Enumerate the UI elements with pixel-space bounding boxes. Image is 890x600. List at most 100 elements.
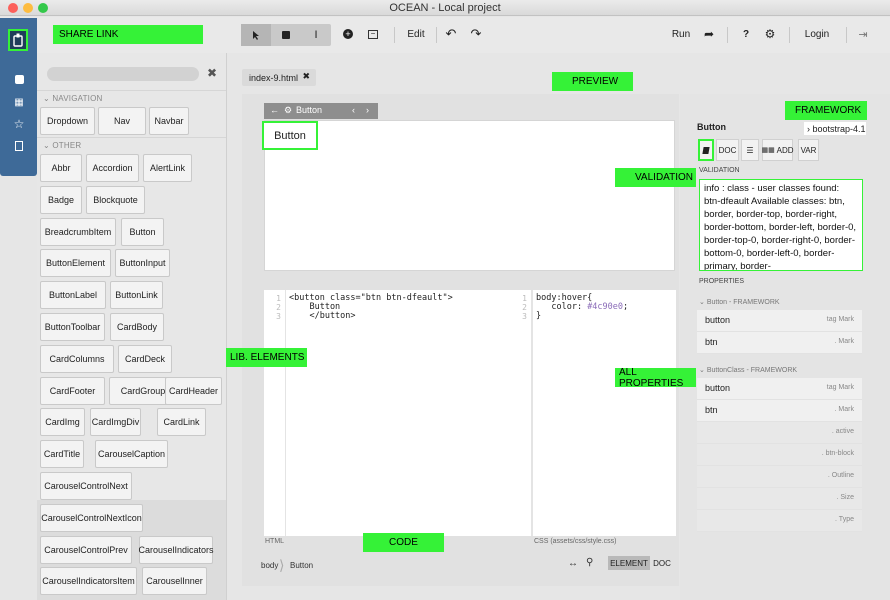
html-code-editor[interactable]: <button class="btn btn-dfeault"> Button …: [289, 294, 453, 321]
library-item[interactable]: Navbar: [149, 107, 189, 135]
pages-button[interactable]: [12, 139, 26, 153]
library-item[interactable]: Button: [121, 218, 164, 246]
clear-search-icon[interactable]: ✖: [207, 66, 217, 80]
library-search-input[interactable]: [47, 67, 199, 81]
section-navigation[interactable]: ⌄ NAVIGATION: [43, 94, 102, 103]
library-item[interactable]: Blockquote: [86, 186, 145, 214]
property-row[interactable]: button tag Mark: [697, 310, 862, 332]
home-button[interactable]: [12, 72, 26, 86]
tab-list[interactable]: ☰: [741, 139, 759, 161]
square-icon: [282, 31, 290, 39]
library-item[interactable]: CardFooter: [40, 377, 105, 405]
property-name: btn: [705, 405, 718, 415]
library-item[interactable]: CardColumns: [40, 345, 114, 373]
property-group-header[interactable]: ⌄ ButtonClass - FRAMEWORK: [699, 366, 797, 374]
library-item[interactable]: CardImgDiv: [90, 408, 141, 436]
library-item[interactable]: ButtonInput: [115, 249, 170, 277]
home-icon: [14, 74, 24, 84]
library-item[interactable]: Nav: [98, 107, 146, 135]
maximize-window-button[interactable]: [38, 3, 48, 13]
property-row[interactable]: button tag Mark: [697, 378, 862, 400]
library-item[interactable]: CarouselIndicators: [138, 536, 214, 564]
tab-doc[interactable]: DOC: [716, 139, 739, 161]
tab-add[interactable]: ▦▦ ADD: [761, 139, 794, 161]
breadcrumb-button[interactable]: Button: [290, 561, 313, 570]
chevron-left-icon[interactable]: ‹: [352, 105, 355, 115]
library-item[interactable]: CarouselCaption: [95, 440, 168, 468]
block-tool-button[interactable]: [271, 24, 301, 46]
toolbar-divider: [394, 27, 395, 43]
remove-element-button[interactable]: −: [366, 23, 380, 45]
library-item[interactable]: CardHeader: [165, 377, 222, 405]
close-tab-icon[interactable]: ✖: [302, 71, 310, 82]
minimize-window-button[interactable]: [23, 3, 33, 13]
share-link-icon: [13, 33, 23, 47]
login-button[interactable]: Login: [800, 23, 834, 45]
element-toggle[interactable]: ELEMENT: [608, 556, 650, 570]
chevron-down-icon: ⌄: [699, 367, 707, 374]
library-item[interactable]: CardDeck: [118, 345, 172, 373]
library-item[interactable]: CardBody: [110, 313, 164, 341]
doc-toggle[interactable]: DOC: [650, 556, 674, 570]
property-group-header[interactable]: ⌄ Button - FRAMEWORK: [699, 298, 780, 306]
redo-button[interactable]: ↷: [469, 23, 483, 45]
property-row[interactable]: . Size: [697, 488, 862, 510]
tab-var[interactable]: VAR: [798, 139, 819, 161]
library-item[interactable]: ButtonLink: [110, 281, 163, 309]
grid-icon: ▦: [14, 96, 24, 108]
properties-label: PROPERTIES: [699, 278, 744, 285]
share-button[interactable]: ➦: [702, 23, 716, 45]
pointer-tool-button[interactable]: [241, 24, 271, 46]
library-item[interactable]: CarouselIndicatorsItem: [40, 567, 137, 595]
tab-element[interactable]: [698, 139, 714, 161]
property-row[interactable]: . Outline: [697, 466, 862, 488]
help-button[interactable]: ?: [740, 23, 752, 45]
preview-canvas[interactable]: Button: [262, 120, 675, 271]
library-item[interactable]: BreadcrumbItem: [40, 218, 116, 246]
preview-button[interactable]: Button: [262, 121, 318, 150]
app-logo[interactable]: [8, 29, 28, 51]
edit-button[interactable]: Edit: [402, 23, 430, 45]
library-item[interactable]: ButtonToolbar: [40, 313, 105, 341]
search-icon[interactable]: ⚲: [586, 557, 593, 568]
library-item[interactable]: ButtonElement: [40, 249, 111, 277]
breadcrumb-body[interactable]: body: [261, 561, 278, 570]
run-button[interactable]: Run: [670, 23, 692, 45]
text-tool-button[interactable]: I: [301, 24, 331, 46]
library-item[interactable]: Dropdown: [40, 107, 95, 135]
library-item[interactable]: Accordion: [86, 154, 139, 182]
property-row[interactable]: btn . Mark: [697, 400, 862, 422]
grid-button[interactable]: ▦: [12, 95, 26, 109]
logout-button[interactable]: ⇥: [856, 23, 870, 45]
html-line-gutter: 123: [264, 290, 286, 536]
section-other[interactable]: ⌄ OTHER: [43, 141, 81, 150]
framework-value: bootstrap-4.1: [812, 123, 866, 134]
framework-select[interactable]: › bootstrap-4.1: [804, 122, 866, 135]
property-row[interactable]: . active: [697, 422, 862, 444]
resize-icon[interactable]: ↔: [568, 558, 578, 569]
library-item[interactable]: CardLink: [157, 408, 206, 436]
library-item[interactable]: ButtonLabel: [40, 281, 106, 309]
library-item[interactable]: CardTitle: [40, 440, 84, 468]
property-row[interactable]: . btn-block: [697, 444, 862, 466]
add-element-button[interactable]: +: [341, 23, 355, 45]
undo-button[interactable]: ↶: [444, 23, 458, 45]
chevron-right-icon[interactable]: ›: [366, 105, 369, 115]
library-item[interactable]: CarouselControlNext: [40, 472, 132, 500]
property-row[interactable]: . Type: [697, 510, 862, 532]
arrow-left-icon[interactable]: ←: [270, 105, 279, 115]
property-row[interactable]: btn . Mark: [697, 332, 862, 354]
library-item[interactable]: Badge: [40, 186, 82, 214]
property-type: . Size: [836, 494, 854, 501]
close-window-button[interactable]: [8, 3, 18, 13]
favorites-button[interactable]: ☆: [12, 117, 26, 131]
library-item[interactable]: Abbr: [40, 154, 82, 182]
file-tab[interactable]: index-9.html ✖: [242, 69, 316, 86]
library-item[interactable]: CarouselInner: [142, 567, 207, 595]
library-item[interactable]: CarouselControlPrev: [40, 536, 132, 564]
css-code-editor[interactable]: body:hover{ color: #4c90e0; }: [536, 294, 628, 321]
library-item[interactable]: CarouselControlNextIcon: [40, 504, 143, 532]
library-item[interactable]: AlertLink: [143, 154, 192, 182]
settings-button[interactable]: ⚙: [763, 23, 777, 45]
library-item[interactable]: CardImg: [40, 408, 85, 436]
